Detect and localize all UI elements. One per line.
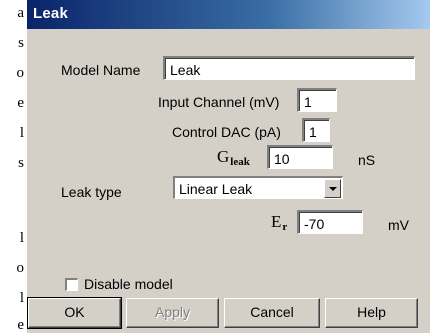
background-text: l — [19, 230, 24, 246]
er-subscript: r — [282, 221, 288, 233]
input-channel-label: Input Channel (mV) — [158, 94, 280, 110]
background-text: a — [17, 5, 24, 21]
er-symbol-letter: E — [271, 212, 282, 231]
dropdown-arrow-icon[interactable] — [324, 179, 341, 198]
background-text: e — [17, 317, 24, 333]
leak-dialog: Leak Model Name Input Channel (mV) Contr… — [26, 0, 430, 333]
background-text: o — [16, 260, 25, 276]
leak-type-select[interactable]: Linear Leak — [173, 176, 343, 199]
gleak-subscript: leak — [230, 156, 250, 168]
er-input[interactable] — [297, 210, 363, 234]
control-dac-label: Control DAC (pA) — [172, 124, 281, 140]
gleak-symbol-label: Gleak — [217, 147, 250, 168]
model-name-label: Model Name — [61, 62, 141, 78]
ok-button[interactable]: OK — [27, 297, 122, 329]
model-name-input[interactable] — [163, 56, 415, 80]
background-text: s — [18, 35, 24, 51]
background-text: e — [17, 95, 24, 111]
gleak-symbol-letter: G — [217, 147, 230, 166]
leak-type-selected-value: Linear Leak — [179, 181, 253, 197]
leak-type-label: Leak type — [61, 184, 122, 200]
background-text: o — [16, 65, 25, 81]
dialog-title: Leak — [33, 5, 68, 22]
control-dac-input[interactable] — [302, 118, 330, 142]
apply-button[interactable]: Apply — [126, 298, 219, 328]
er-unit-label: mV — [388, 217, 409, 233]
background-document-strip: a s o e l s l o l e — [0, 0, 26, 333]
dialog-titlebar[interactable]: Leak — [27, 0, 430, 29]
gleak-input[interactable] — [267, 145, 333, 169]
disable-model-checkbox[interactable] — [65, 278, 78, 291]
er-symbol-label: Er — [271, 212, 288, 233]
cancel-button[interactable]: Cancel — [224, 298, 320, 328]
screenshot: a s o e l s l o l e Leak Model Name Inpu… — [0, 0, 430, 333]
help-button[interactable]: Help — [325, 298, 418, 328]
gleak-unit-label: nS — [358, 152, 376, 168]
input-channel-input[interactable] — [297, 88, 337, 112]
background-text: l — [19, 290, 24, 306]
background-text: l — [19, 125, 24, 141]
disable-model-label: Disable model — [84, 276, 173, 292]
background-text: s — [18, 155, 24, 171]
